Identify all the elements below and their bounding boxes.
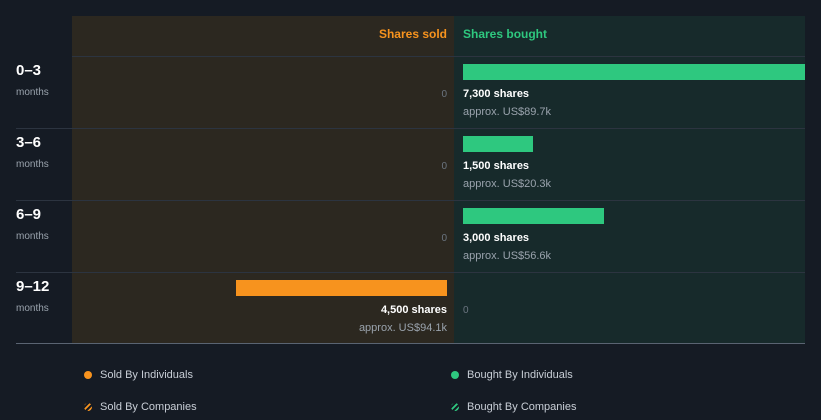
sold-bar[interactable] [236,280,447,296]
period-unit: months [16,231,49,242]
sold-value-label: approx. US$94.1k [358,322,447,334]
bought-companies-legend-icon [451,403,459,411]
bought-bar[interactable] [463,208,604,224]
legend-bought-companies: Bought By Companies [467,401,577,413]
period-label: 6–9 [16,206,42,223]
bought-shares-label: 7,300 shares [463,88,530,100]
bought-bar[interactable] [463,64,805,80]
sold-companies-legend-icon [84,403,92,411]
period-label: 9–12 [16,278,50,295]
period-unit: months [16,159,49,170]
bought-value-label: approx. US$56.6k [463,250,552,262]
shares-bought-header: Shares bought [463,27,548,41]
period-label: 0–3 [16,62,42,79]
period-unit: months [16,303,49,314]
bought-shares-label: 3,000 shares [463,232,530,244]
sold-shares-label: 4,500 shares [380,304,447,316]
legend-bought-individuals: Bought By Individuals [467,369,573,381]
row-divider [72,56,805,57]
legend-sold-individuals: Sold By Individuals [100,369,193,381]
period-label: 3–6 [16,134,42,151]
bought-bar[interactable] [463,136,533,152]
sold-zero-label: 0 [441,233,447,244]
sold-individuals-legend-icon [84,371,92,379]
bought-individuals-legend-icon [451,371,459,379]
shares-sold-header: Shares sold [378,27,447,41]
sold-zero-label: 0 [441,161,447,172]
bought-zero-label: 0 [463,305,469,316]
row-divider [16,200,805,201]
period-unit: months [16,87,49,98]
bought-value-label: approx. US$89.7k [463,106,552,118]
baseline [16,343,805,344]
row-divider [16,128,805,129]
legend-sold-companies: Sold By Companies [100,401,197,413]
row-divider [16,272,805,273]
bought-shares-label: 1,500 shares [463,160,530,172]
bought-value-label: approx. US$20.3k [463,178,552,190]
sold-zero-label: 0 [441,89,447,100]
